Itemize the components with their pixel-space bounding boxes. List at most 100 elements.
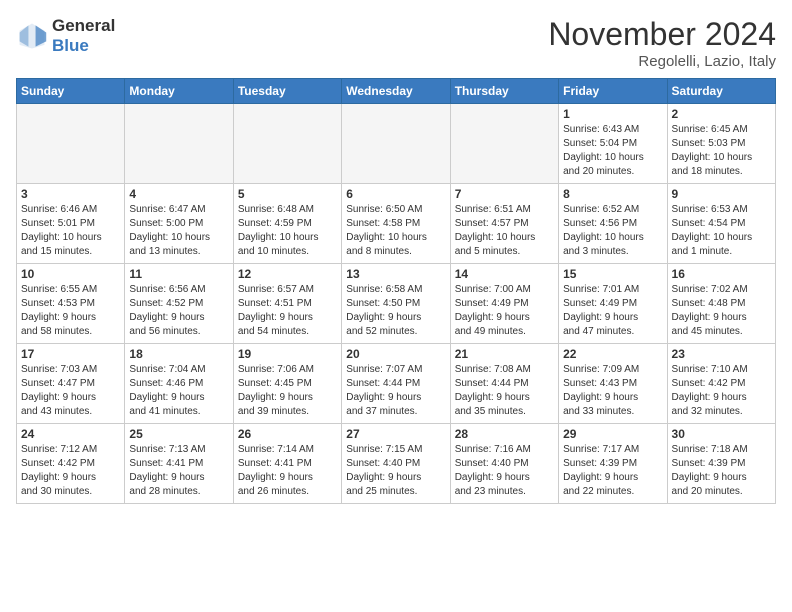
day-info: Sunrise: 7:10 AM Sunset: 4:42 PM Dayligh… xyxy=(672,363,771,419)
page-header: General Blue November 2024 Regolelli, La… xyxy=(16,16,776,70)
day-number: 19 xyxy=(238,347,337,361)
calendar-cell: 5 Sunrise: 6:48 AM Sunset: 4:59 PM Daylig… xyxy=(233,184,341,264)
week-row-5: 24Sunrise: 7:12 AM Sunset: 4:42 PM Dayli… xyxy=(17,424,776,504)
calendar-cell: 6 Sunrise: 6:50 AM Sunset: 4:58 PM Daylig… xyxy=(342,184,450,264)
day-number: 8 xyxy=(563,187,662,201)
day-info: Sunrise: 7:18 AM Sunset: 4:39 PM Dayligh… xyxy=(672,443,771,499)
weekday-header-friday: Friday xyxy=(559,79,667,104)
calendar-cell: 21Sunrise: 7:08 AM Sunset: 4:44 PM Dayli… xyxy=(450,344,558,424)
day-number: 22 xyxy=(563,347,662,361)
calendar-cell: 27Sunrise: 7:15 AM Sunset: 4:40 PM Dayli… xyxy=(342,424,450,504)
day-number: 29 xyxy=(563,427,662,441)
day-number: 14 xyxy=(455,267,554,281)
day-info: Sunrise: 7:09 AM Sunset: 4:43 PM Dayligh… xyxy=(563,363,662,419)
day-number: 23 xyxy=(672,347,771,361)
calendar-cell: 16 Sunrise: 7:02 AM Sunset: 4:48 PM Dayli… xyxy=(667,264,775,344)
weekday-header-tuesday: Tuesday xyxy=(233,79,341,104)
weekday-header-saturday: Saturday xyxy=(667,79,775,104)
calendar-cell: 13 Sunrise: 6:58 AM Sunset: 4:50 PM Dayli… xyxy=(342,264,450,344)
week-row-1: 1 Sunrise: 6:43 AM Sunset: 5:04 PM Daylig… xyxy=(17,104,776,184)
calendar-table: SundayMondayTuesdayWednesdayThursdayFrid… xyxy=(16,78,776,504)
day-number: 30 xyxy=(672,427,771,441)
calendar-cell: 11Sunrise: 6:56 AM Sunset: 4:52 PM Dayli… xyxy=(125,264,233,344)
week-row-2: 3 Sunrise: 6:46 AM Sunset: 5:01 PM Daylig… xyxy=(17,184,776,264)
weekday-header-thursday: Thursday xyxy=(450,79,558,104)
calendar-cell: 25Sunrise: 7:13 AM Sunset: 4:41 PM Dayli… xyxy=(125,424,233,504)
day-info: Sunrise: 6:53 AM Sunset: 4:54 PM Dayligh… xyxy=(672,203,771,259)
day-info: Sunrise: 6:45 AM Sunset: 5:03 PM Dayligh… xyxy=(672,123,771,179)
calendar-cell xyxy=(125,104,233,184)
day-number: 17 xyxy=(21,347,120,361)
day-number: 20 xyxy=(346,347,445,361)
calendar-cell xyxy=(450,104,558,184)
day-number: 18 xyxy=(129,347,228,361)
day-number: 28 xyxy=(455,427,554,441)
calendar-cell: 10 Sunrise: 6:55 AM Sunset: 4:53 PM Dayli… xyxy=(17,264,125,344)
day-number: 7 xyxy=(455,187,554,201)
day-number: 4 xyxy=(129,187,228,201)
day-number: 6 xyxy=(346,187,445,201)
title-block: November 2024 Regolelli, Lazio, Italy xyxy=(548,16,776,70)
calendar-cell: 30 Sunrise: 7:18 AM Sunset: 4:39 PM Dayli… xyxy=(667,424,775,504)
logo-text: General Blue xyxy=(52,16,115,57)
calendar-cell xyxy=(233,104,341,184)
day-number: 27 xyxy=(346,427,445,441)
calendar-cell: 26Sunrise: 7:14 AM Sunset: 4:41 PM Dayli… xyxy=(233,424,341,504)
day-info: Sunrise: 6:55 AM Sunset: 4:53 PM Dayligh… xyxy=(21,283,120,339)
day-info: Sunrise: 7:02 AM Sunset: 4:48 PM Dayligh… xyxy=(672,283,771,339)
day-info: Sunrise: 6:48 AM Sunset: 4:59 PM Dayligh… xyxy=(238,203,337,259)
day-info: Sunrise: 7:07 AM Sunset: 4:44 PM Dayligh… xyxy=(346,363,445,419)
calendar-cell: 1 Sunrise: 6:43 AM Sunset: 5:04 PM Daylig… xyxy=(559,104,667,184)
day-info: Sunrise: 6:50 AM Sunset: 4:58 PM Dayligh… xyxy=(346,203,445,259)
weekday-header-monday: Monday xyxy=(125,79,233,104)
day-info: Sunrise: 6:58 AM Sunset: 4:50 PM Dayligh… xyxy=(346,283,445,339)
logo-icon xyxy=(16,20,48,52)
day-number: 16 xyxy=(672,267,771,281)
calendar-cell xyxy=(17,104,125,184)
day-info: Sunrise: 6:57 AM Sunset: 4:51 PM Dayligh… xyxy=(238,283,337,339)
month-title: November 2024 xyxy=(548,16,776,53)
day-info: Sunrise: 7:00 AM Sunset: 4:49 PM Dayligh… xyxy=(455,283,554,339)
week-row-4: 17 Sunrise: 7:03 AM Sunset: 4:47 PM Dayli… xyxy=(17,344,776,424)
calendar-cell: 9Sunrise: 6:53 AM Sunset: 4:54 PM Daylig… xyxy=(667,184,775,264)
weekday-header-sunday: Sunday xyxy=(17,79,125,104)
calendar-cell: 28 Sunrise: 7:16 AM Sunset: 4:40 PM Dayli… xyxy=(450,424,558,504)
calendar-cell: 24Sunrise: 7:12 AM Sunset: 4:42 PM Dayli… xyxy=(17,424,125,504)
day-number: 15 xyxy=(563,267,662,281)
calendar-cell: 2 Sunrise: 6:45 AM Sunset: 5:03 PM Daylig… xyxy=(667,104,775,184)
calendar-cell: 3 Sunrise: 6:46 AM Sunset: 5:01 PM Daylig… xyxy=(17,184,125,264)
day-number: 25 xyxy=(129,427,228,441)
day-info: Sunrise: 6:52 AM Sunset: 4:56 PM Dayligh… xyxy=(563,203,662,259)
calendar-cell: 15Sunrise: 7:01 AM Sunset: 4:49 PM Dayli… xyxy=(559,264,667,344)
day-number: 5 xyxy=(238,187,337,201)
calendar-cell: 4 Sunrise: 6:47 AM Sunset: 5:00 PM Daylig… xyxy=(125,184,233,264)
calendar-cell xyxy=(342,104,450,184)
weekday-header-row: SundayMondayTuesdayWednesdayThursdayFrid… xyxy=(17,79,776,104)
day-info: Sunrise: 7:16 AM Sunset: 4:40 PM Dayligh… xyxy=(455,443,554,499)
calendar-cell: 17 Sunrise: 7:03 AM Sunset: 4:47 PM Dayli… xyxy=(17,344,125,424)
day-number: 10 xyxy=(21,267,120,281)
calendar-cell: 19 Sunrise: 7:06 AM Sunset: 4:45 PM Dayli… xyxy=(233,344,341,424)
day-number: 13 xyxy=(346,267,445,281)
day-info: Sunrise: 7:06 AM Sunset: 4:45 PM Dayligh… xyxy=(238,363,337,419)
day-info: Sunrise: 6:47 AM Sunset: 5:00 PM Dayligh… xyxy=(129,203,228,259)
day-info: Sunrise: 7:12 AM Sunset: 4:42 PM Dayligh… xyxy=(21,443,120,499)
day-number: 11 xyxy=(129,267,228,281)
day-number: 2 xyxy=(672,107,771,121)
week-row-3: 10 Sunrise: 6:55 AM Sunset: 4:53 PM Dayli… xyxy=(17,264,776,344)
calendar-cell: 29Sunrise: 7:17 AM Sunset: 4:39 PM Dayli… xyxy=(559,424,667,504)
day-info: Sunrise: 7:08 AM Sunset: 4:44 PM Dayligh… xyxy=(455,363,554,419)
calendar-cell: 18 Sunrise: 7:04 AM Sunset: 4:46 PM Dayli… xyxy=(125,344,233,424)
day-info: Sunrise: 7:04 AM Sunset: 4:46 PM Dayligh… xyxy=(129,363,228,419)
calendar-cell: 7 Sunrise: 6:51 AM Sunset: 4:57 PM Daylig… xyxy=(450,184,558,264)
day-number: 1 xyxy=(563,107,662,121)
day-info: Sunrise: 6:51 AM Sunset: 4:57 PM Dayligh… xyxy=(455,203,554,259)
day-info: Sunrise: 6:43 AM Sunset: 5:04 PM Dayligh… xyxy=(563,123,662,179)
day-info: Sunrise: 7:03 AM Sunset: 4:47 PM Dayligh… xyxy=(21,363,120,419)
day-number: 12 xyxy=(238,267,337,281)
day-info: Sunrise: 7:14 AM Sunset: 4:41 PM Dayligh… xyxy=(238,443,337,499)
day-info: Sunrise: 6:46 AM Sunset: 5:01 PM Dayligh… xyxy=(21,203,120,259)
calendar-cell: 22 Sunrise: 7:09 AM Sunset: 4:43 PM Dayli… xyxy=(559,344,667,424)
calendar-cell: 23 Sunrise: 7:10 AM Sunset: 4:42 PM Dayli… xyxy=(667,344,775,424)
day-number: 3 xyxy=(21,187,120,201)
